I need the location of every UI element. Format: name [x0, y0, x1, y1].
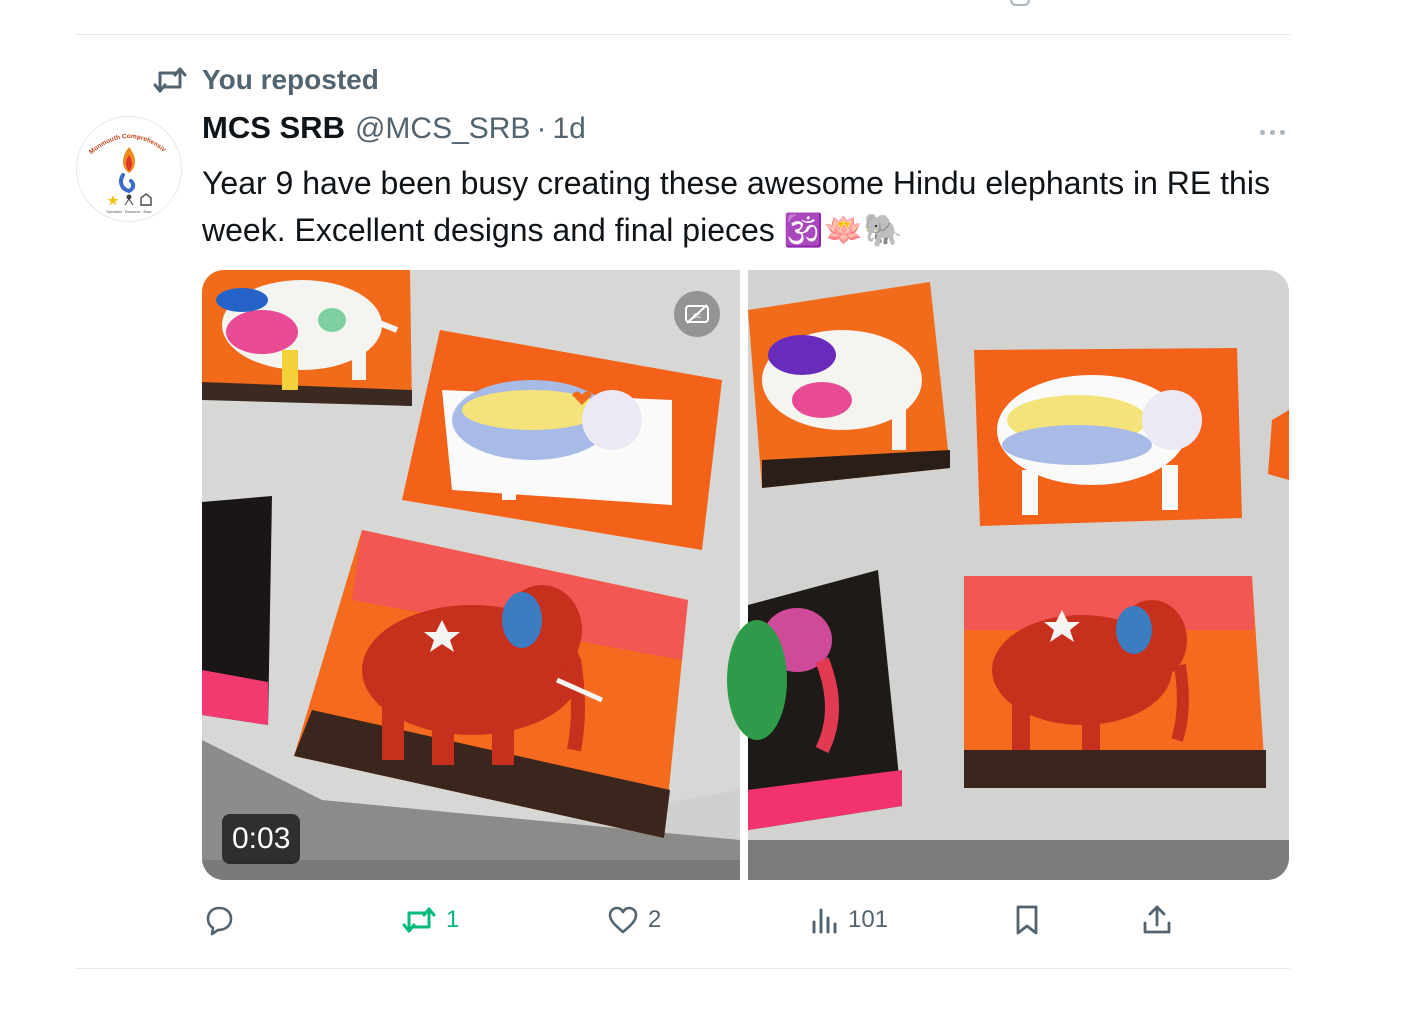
logo-bottom-text: Specialist · Resource · Base	[106, 210, 151, 214]
avatar[interactable]: Monmouth Comprehensive Specialist · Reso…	[76, 116, 182, 222]
video-thumbnail[interactable]	[202, 270, 740, 880]
photo-painting-top-right	[974, 348, 1242, 526]
divider-bottom	[76, 968, 1290, 969]
painting-left-dark	[202, 496, 272, 725]
author-name[interactable]: MCS SRB	[202, 110, 345, 146]
repost-icon	[153, 67, 187, 93]
views-icon	[812, 908, 837, 934]
logo-top-text: Monmouth Comprehensive	[77, 117, 167, 156]
views-count: 101	[848, 906, 889, 933]
heart-icon	[608, 906, 638, 934]
video-duration: 0:03	[222, 814, 301, 864]
separator-dot: ·	[536, 112, 547, 145]
share-icon	[1143, 905, 1171, 934]
reply-button[interactable]	[202, 896, 236, 944]
bookmark-icon	[1016, 905, 1038, 935]
tweet-text: Year 9 have been busy creating these awe…	[202, 165, 1270, 248]
photo-painting-bottom-right	[964, 576, 1266, 788]
timeline: You reposted Monmouth Comprehensive Spec…	[0, 0, 1420, 1010]
divider-top	[76, 34, 1290, 35]
captions-off-icon: cc	[685, 304, 709, 324]
tweet-media[interactable]	[202, 270, 1289, 880]
photo-painting-bottom-left	[727, 570, 902, 830]
share-button[interactable]	[1140, 896, 1174, 944]
reply-icon	[206, 906, 233, 936]
repost-banner-label: You reposted	[202, 64, 379, 95]
repost-action-icon	[402, 907, 436, 933]
tweet-timestamp[interactable]: 1d	[552, 112, 585, 146]
action-bar: 1 2 101	[202, 896, 1202, 944]
partial-icon-previous-tweet	[1010, 0, 1030, 6]
bookmark-button[interactable]	[1012, 896, 1042, 944]
captions-toggle[interactable]: cc	[674, 291, 720, 337]
like-button[interactable]: 2	[606, 896, 661, 944]
views-button[interactable]: 101	[810, 896, 888, 944]
repost-button[interactable]: 1	[400, 896, 459, 944]
painting-top-left	[202, 270, 412, 406]
author-handle[interactable]: @MCS_SRB	[355, 112, 531, 146]
like-count: 2	[648, 906, 662, 933]
tweet-header: MCS SRB @MCS_SRB · 1d	[202, 110, 586, 146]
more-options-icon[interactable]	[1252, 120, 1292, 144]
photo-painting-top-left	[748, 282, 950, 488]
repost-count: 1	[446, 906, 460, 933]
svg-text:Monmouth Comprehensive: Monmouth Comprehensive	[77, 117, 167, 156]
photo-thumbnail[interactable]	[727, 270, 1289, 880]
repost-banner: You reposted	[152, 64, 379, 96]
school-logo: Monmouth Comprehensive Specialist · Reso…	[77, 117, 167, 214]
